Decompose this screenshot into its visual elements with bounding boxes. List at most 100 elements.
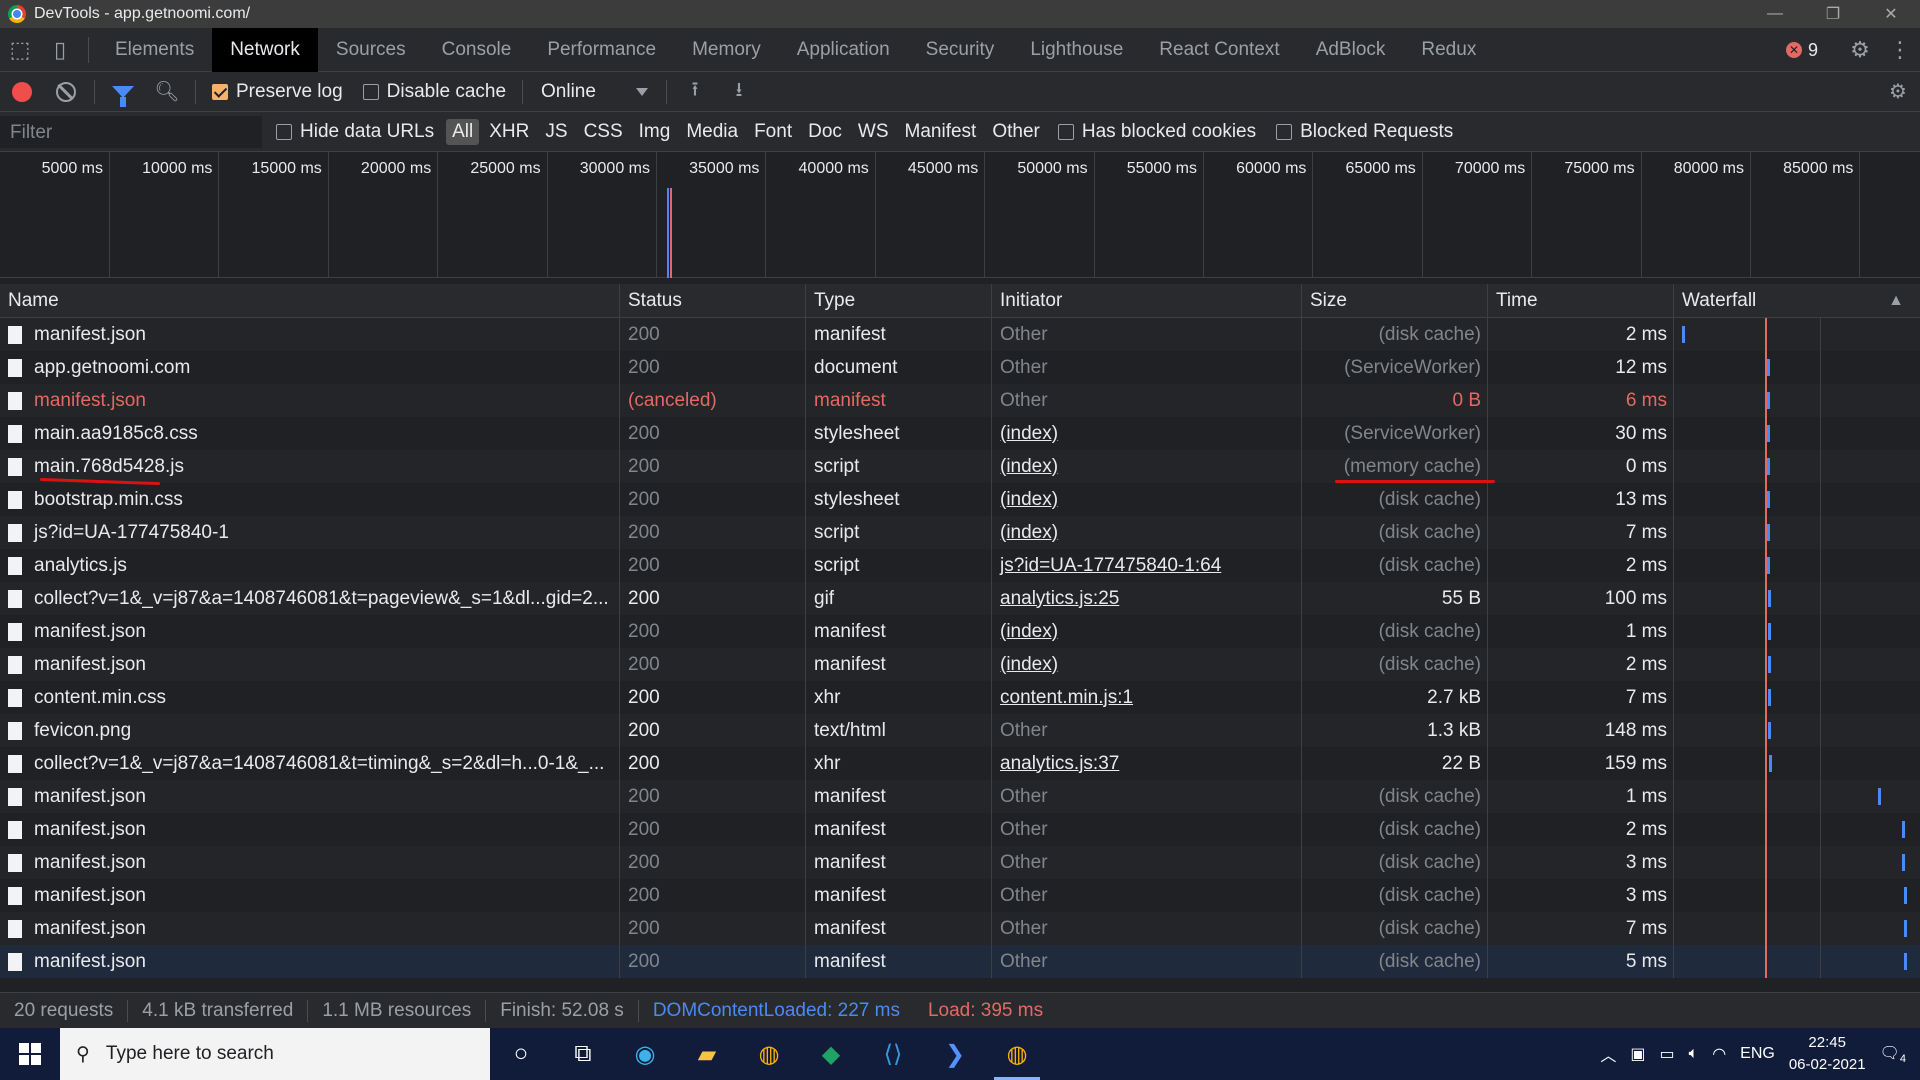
network-settings-button[interactable]: ⚙ <box>1876 72 1920 112</box>
wifi-icon[interactable]: ◠ <box>1712 1044 1726 1064</box>
import-har-button[interactable]: ⭱ <box>673 72 717 112</box>
tab-network[interactable]: Network <box>212 27 318 72</box>
notifications-icon[interactable]: 🗨︎4 <box>1880 1043 1906 1065</box>
request-name-cell[interactable]: content.min.css <box>0 681 620 714</box>
request-name-cell[interactable]: manifest.json <box>0 648 620 681</box>
disable-cache-checkbox[interactable]: Disable cache <box>362 81 506 103</box>
initiator-link[interactable]: (index) <box>1000 522 1058 544</box>
initiator-cell[interactable]: (index) <box>992 483 1302 516</box>
initiator-link[interactable]: (index) <box>1000 423 1058 445</box>
clock[interactable]: 22:45 06-02-2021 <box>1789 1032 1866 1076</box>
filter-toggle-button[interactable] <box>101 72 145 112</box>
preserve-log-checkbox[interactable]: Preserve log <box>212 81 343 103</box>
show-hidden-icons-icon[interactable]: ︿ <box>1600 1042 1616 1066</box>
column-initiator[interactable]: Initiator <box>992 284 1302 318</box>
filter-type-media[interactable]: Media <box>680 119 744 145</box>
initiator-link[interactable]: (index) <box>1000 489 1058 511</box>
tab-console[interactable]: Console <box>424 28 530 72</box>
table-row[interactable]: app.getnoomi.com 200 document Other (Service… <box>0 351 1920 384</box>
settings-gear-icon[interactable]: ⚙ <box>1840 28 1880 72</box>
initiator-cell[interactable]: (index) <box>992 516 1302 549</box>
request-name-cell[interactable]: js?id=UA-177475840-1 <box>0 516 620 549</box>
initiator-cell[interactable]: analytics.js:25 <box>992 582 1302 615</box>
initiator-cell[interactable]: analytics.js:37 <box>992 747 1302 780</box>
table-row[interactable]: manifest.json 200 manifest (index) (disk cac… <box>0 615 1920 648</box>
minimize-icon[interactable]: — <box>1746 0 1804 28</box>
tab-elements[interactable]: Elements <box>97 28 212 72</box>
tab-redux[interactable]: Redux <box>1403 28 1494 72</box>
column-status[interactable]: Status <box>620 284 806 318</box>
has-blocked-cookies-checkbox[interactable]: Has blocked cookies <box>1057 121 1256 143</box>
table-row[interactable]: collect?v=1&_v=j87&a=1408746081&t=pagevi… <box>0 582 1920 615</box>
initiator-link[interactable]: (index) <box>1000 456 1058 478</box>
meet-now-icon[interactable]: ▣ <box>1630 1044 1645 1064</box>
initiator-link[interactable]: (index) <box>1000 621 1058 643</box>
cortana-icon[interactable]: ○ <box>490 1028 552 1080</box>
record-button[interactable] <box>0 72 44 112</box>
search-button[interactable]: 🔍︎ <box>145 72 189 112</box>
filter-type-manifest[interactable]: Manifest <box>899 119 983 145</box>
initiator-link[interactable]: (index) <box>1000 654 1058 676</box>
volume-icon[interactable]: 🔈︎ <box>1689 1045 1699 1063</box>
request-name-cell[interactable]: collect?v=1&_v=j87&a=1408746081&t=timing… <box>0 747 620 780</box>
table-row[interactable]: manifest.json 200 manifest Other (disk cache… <box>0 912 1920 945</box>
hide-data-urls-checkbox[interactable]: Hide data URLs <box>276 121 434 143</box>
table-row[interactable]: main.aa9185c8.css 200 stylesheet (index) (Se… <box>0 417 1920 450</box>
filter-type-ws[interactable]: WS <box>852 119 895 145</box>
green-app-icon[interactable]: ◆ <box>800 1028 862 1080</box>
edge-icon[interactable]: ◉ <box>614 1028 676 1080</box>
table-row[interactable]: analytics.js 200 script js?id=UA-177475840-… <box>0 549 1920 582</box>
column-type[interactable]: Type <box>806 284 992 318</box>
request-name-cell[interactable]: collect?v=1&_v=j87&a=1408746081&t=pagevi… <box>0 582 620 615</box>
request-name-cell[interactable]: manifest.json <box>0 615 620 648</box>
table-row[interactable]: content.min.css 200 xhr content.min.js:1 2.7… <box>0 681 1920 714</box>
table-row[interactable]: collect?v=1&_v=j87&a=1408746081&t=timing… <box>0 747 1920 780</box>
inspect-element-icon[interactable]: ⬚ <box>0 28 40 72</box>
request-name-cell[interactable]: manifest.json <box>0 912 620 945</box>
request-name-cell[interactable]: manifest.json <box>0 846 620 879</box>
table-row[interactable]: bootstrap.min.css 200 stylesheet (index) (di… <box>0 483 1920 516</box>
chrome-active-icon[interactable]: ◍ <box>986 1028 1048 1080</box>
clear-button[interactable] <box>44 72 88 112</box>
tab-memory[interactable]: Memory <box>674 28 779 72</box>
restore-icon[interactable]: ❐ <box>1804 0 1862 28</box>
initiator-link[interactable]: analytics.js:25 <box>1000 588 1119 610</box>
request-name-cell[interactable]: bootstrap.min.css <box>0 483 620 516</box>
tab-security[interactable]: Security <box>908 28 1013 72</box>
filter-type-css[interactable]: CSS <box>578 119 629 145</box>
table-row[interactable]: manifest.json 200 manifest Other (disk cache… <box>0 318 1920 351</box>
powershell-icon[interactable]: ❯ <box>924 1028 986 1080</box>
column-time[interactable]: Time <box>1488 284 1674 318</box>
table-row[interactable]: manifest.json 200 manifest Other (disk cache… <box>0 813 1920 846</box>
file-explorer-icon[interactable]: ▰ <box>676 1028 738 1080</box>
tab-react-context[interactable]: React Context <box>1141 28 1297 72</box>
table-row[interactable]: manifest.json 200 manifest Other (disk cache… <box>0 945 1920 978</box>
table-row[interactable]: js?id=UA-177475840-1 200 script (index) (dis… <box>0 516 1920 549</box>
filter-input[interactable]: Filter <box>0 115 262 148</box>
table-row[interactable]: manifest.json (canceled) manifest Other 0 B6… <box>0 384 1920 417</box>
timeline-overview[interactable]: 5000 ms 10000 ms 15000 ms 20000 ms 25000 ms 3… <box>0 152 1920 278</box>
column-waterfall[interactable]: Waterfall ▲ <box>1674 284 1920 318</box>
error-counter[interactable]: ✕ 9 <box>1785 40 1818 61</box>
initiator-cell[interactable]: content.min.js:1 <box>992 681 1302 714</box>
filter-type-img[interactable]: Img <box>633 119 677 145</box>
request-name-cell[interactable]: analytics.js <box>0 549 620 582</box>
initiator-cell[interactable]: js?id=UA-177475840-1:64 <box>992 549 1302 582</box>
filter-type-xhr[interactable]: XHR <box>483 119 535 145</box>
filter-type-font[interactable]: Font <box>748 119 798 145</box>
request-name-cell[interactable]: manifest.json <box>0 318 620 351</box>
table-row[interactable]: manifest.json 200 manifest (index) (disk cac… <box>0 648 1920 681</box>
chrome-icon[interactable]: ◍ <box>738 1028 800 1080</box>
initiator-link[interactable]: analytics.js:37 <box>1000 753 1119 775</box>
tab-sources[interactable]: Sources <box>318 28 424 72</box>
tab-performance[interactable]: Performance <box>529 28 674 72</box>
filter-type-other[interactable]: Other <box>986 119 1046 145</box>
request-name-cell[interactable]: manifest.json <box>0 813 620 846</box>
filter-type-all[interactable]: All <box>446 118 480 145</box>
request-name-cell[interactable]: manifest.json <box>0 945 620 978</box>
blocked-requests-checkbox[interactable]: Blocked Requests <box>1276 121 1453 143</box>
column-name[interactable]: Name <box>0 284 620 318</box>
tab-adblock[interactable]: AdBlock <box>1298 28 1404 72</box>
tab-application[interactable]: Application <box>779 28 908 72</box>
language-indicator[interactable]: ENG <box>1740 1045 1775 1063</box>
